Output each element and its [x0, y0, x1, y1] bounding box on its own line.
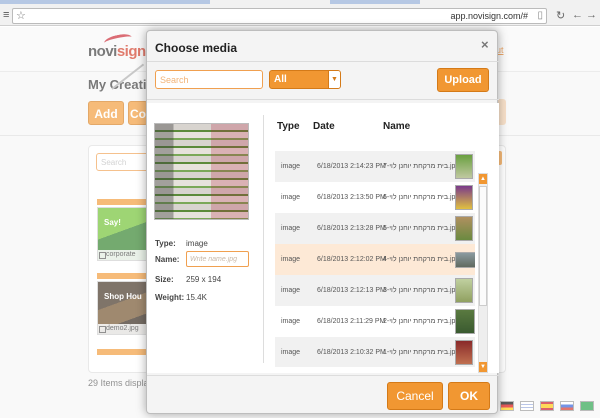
- media-thumbnail: [455, 252, 475, 268]
- media-thumbnail: [455, 154, 473, 179]
- table-row[interactable]: image 6/18/2013 2:11:29 PM בית מרקחת יוחנן…: [275, 306, 475, 337]
- weight-value: 15.4K: [186, 293, 207, 302]
- table-row[interactable]: image 6/18/2013 2:13:50 PM בית מרקחת יוחנן…: [275, 182, 475, 213]
- column-header-date[interactable]: Date: [313, 121, 335, 132]
- back-arrow-icon[interactable]: ←: [572, 9, 583, 21]
- tab-strip: [0, 0, 600, 4]
- media-browser: Type: image Name: Size: 259 x 194 Weight…: [147, 103, 499, 373]
- media-name-input[interactable]: [186, 251, 249, 267]
- size-value: 259 x 194: [186, 275, 222, 284]
- media-thumbnail: [455, 216, 473, 241]
- upload-button[interactable]: Upload: [437, 68, 489, 92]
- media-thumbnail: [455, 309, 475, 334]
- browser-toolbar: ≡ ☆ app.novisign.com/# ▯ ↻ ← →: [0, 0, 600, 26]
- divider: [263, 115, 264, 363]
- forward-arrow-icon[interactable]: →: [586, 9, 597, 21]
- type-value: image: [186, 239, 208, 248]
- choose-media-dialog: Choose media × All ▼ Upload Type: image …: [146, 30, 499, 414]
- address-bar[interactable]: ☆ app.novisign.com/# ▯: [12, 8, 547, 24]
- chevron-down-icon[interactable]: ▼: [328, 71, 340, 88]
- media-thumbnail: [455, 340, 473, 365]
- table-scrollbar[interactable]: ▲ ▼: [478, 173, 488, 373]
- reload-icon[interactable]: ↻: [556, 9, 565, 22]
- name-label: Name:: [155, 255, 180, 264]
- cancel-button[interactable]: Cancel: [387, 382, 443, 410]
- column-header-type[interactable]: Type: [277, 121, 300, 132]
- divider: [147, 99, 499, 100]
- dialog-title: Choose media: [155, 41, 238, 55]
- table-row[interactable]: image 6/18/2013 2:10:32 PM בית מרקחת יוחנן…: [275, 337, 475, 367]
- bookmark-star-icon[interactable]: ☆: [16, 9, 26, 22]
- filter-selected-value: All: [274, 74, 287, 85]
- table-row[interactable]: image 6/18/2013 2:14:23 PM בית מרקחת יוחנן…: [275, 151, 475, 182]
- media-table: image 6/18/2013 2:14:23 PM בית מרקחת יוחנן…: [275, 151, 475, 367]
- media-type-select[interactable]: All ▼: [269, 70, 341, 89]
- scroll-up-icon[interactable]: ▲: [479, 174, 487, 184]
- scroll-down-icon[interactable]: ▼: [479, 362, 487, 372]
- close-icon[interactable]: ×: [481, 37, 489, 52]
- media-thumbnail: [455, 185, 473, 210]
- ok-button[interactable]: OK: [448, 382, 490, 410]
- media-search-input[interactable]: [155, 70, 263, 89]
- table-row-selected[interactable]: image 6/18/2013 2:12:02 PM בית מרקחת יוחנן…: [275, 244, 475, 275]
- type-label: Type:: [155, 239, 176, 248]
- column-header-name[interactable]: Name: [383, 121, 410, 132]
- media-preview-image: [154, 123, 249, 220]
- divider: [147, 375, 499, 376]
- page-icon: ▯: [537, 10, 543, 21]
- divider: [147, 61, 499, 62]
- url-text: app.novisign.com/#: [450, 11, 528, 21]
- table-row[interactable]: image 6/18/2013 2:12:13 PM בית מרקחת יוחנן…: [275, 275, 475, 306]
- media-thumbnail: [455, 278, 473, 303]
- hamburger-menu-icon[interactable]: ≡: [3, 9, 9, 21]
- scrollbar-thumb[interactable]: [479, 186, 487, 306]
- size-label: Size:: [155, 275, 174, 284]
- weight-label: Weight:: [155, 293, 185, 302]
- table-row[interactable]: image 6/18/2013 2:13:28 PM בית מרקחת יוחנן…: [275, 213, 475, 244]
